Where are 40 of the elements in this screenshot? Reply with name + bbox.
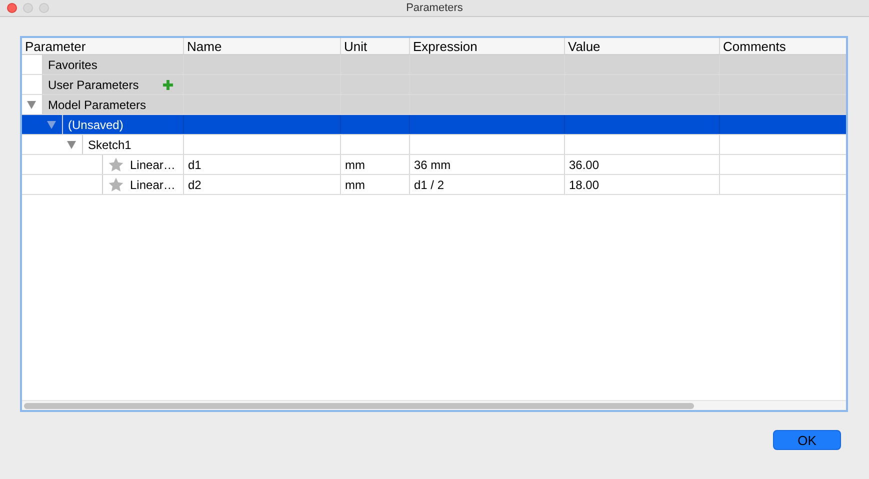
table-cell-text: 36 mm xyxy=(414,156,451,174)
table-cell-text: mm xyxy=(345,176,365,194)
tree-label: Sketch1 xyxy=(88,136,132,154)
table-row[interactable]: Model Parameters xyxy=(22,95,846,115)
tree-label: Favorites xyxy=(48,56,98,74)
column-header[interactable]: Value xyxy=(564,38,719,54)
selected-row[interactable]: (Unsaved) xyxy=(22,115,846,135)
tree-label: Linear… xyxy=(130,156,176,174)
expanded-arrow-icon[interactable] xyxy=(67,140,76,148)
column-header[interactable]: Unit xyxy=(340,38,409,54)
window-title: Parameters xyxy=(406,0,463,16)
tree-label: Linear… xyxy=(130,176,176,194)
table-cell-text: d1 xyxy=(188,156,202,174)
expanded-arrow-icon[interactable] xyxy=(27,100,36,108)
table-row[interactable]: User Parameters xyxy=(22,75,846,95)
table-cell-text: d2 xyxy=(188,176,202,194)
tree-label: User Parameters xyxy=(48,76,139,94)
table-cell-text: mm xyxy=(345,156,365,174)
table-cell-text: d1 / 2 xyxy=(414,176,444,194)
ok-button[interactable]: OK xyxy=(773,430,841,450)
scrollbar-thumb[interactable] xyxy=(24,402,694,408)
star-icon xyxy=(108,156,124,172)
tree-label: Model Parameters xyxy=(48,96,146,114)
table-cell-text: 36.00 xyxy=(569,156,600,174)
tree-label: (Unsaved) xyxy=(68,116,124,134)
table-cell-text: 18.00 xyxy=(569,176,600,194)
table-row[interactable]: Linear… d2 mm d1 / 2 18.00 xyxy=(22,175,846,195)
column-header[interactable]: Comments xyxy=(719,38,846,54)
table-row[interactable]: Linear… d1 mm 36 mm 36.00 xyxy=(22,155,846,175)
column-header[interactable]: Name xyxy=(183,38,340,54)
zoom-icon[interactable] xyxy=(39,3,49,13)
plus-icon[interactable] xyxy=(163,80,173,90)
star-icon xyxy=(108,176,124,192)
column-header[interactable]: Parameter xyxy=(22,38,183,54)
table-row[interactable]: Sketch1 xyxy=(22,135,846,155)
column-header[interactable]: Expression xyxy=(409,38,564,54)
expanded-arrow-icon[interactable] xyxy=(47,120,56,128)
table-row[interactable]: Favorites xyxy=(22,55,846,75)
minimize-icon[interactable] xyxy=(23,3,33,13)
close-icon[interactable] xyxy=(7,3,17,13)
